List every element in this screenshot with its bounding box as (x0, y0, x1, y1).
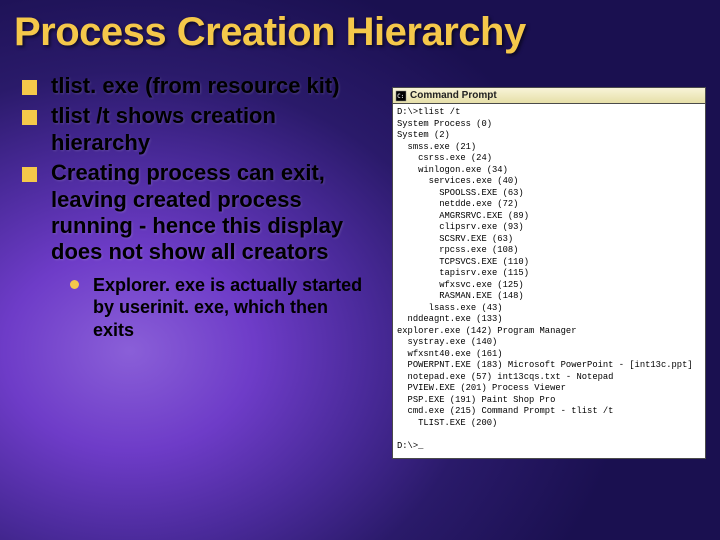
bullet-list: tlist. exe (from resource kit) tlist /t … (22, 73, 370, 266)
window-title-text: Command Prompt (410, 90, 497, 101)
sub-bullet-item: Explorer. exe is actually started by use… (70, 274, 370, 342)
command-prompt-window: C: Command Prompt D:\>tlist /t System Pr… (392, 87, 706, 459)
bullet-icon (22, 110, 37, 125)
sub-bullet-text: Explorer. exe is actually started by use… (93, 274, 370, 342)
bullet-item: tlist. exe (from resource kit) (22, 73, 370, 99)
sub-bullet-icon (70, 280, 79, 289)
console-output: D:\>tlist /t System Process (0) System (… (392, 104, 706, 459)
window-titlebar: C: Command Prompt (392, 87, 706, 104)
sub-bullet-list: Explorer. exe is actually started by use… (70, 274, 370, 342)
bullet-item: Creating process can exit, leaving creat… (22, 160, 370, 266)
svg-text:C:: C: (397, 93, 404, 100)
bullet-text: tlist /t shows creation hierarchy (51, 103, 370, 156)
bullet-text: Creating process can exit, leaving creat… (51, 160, 370, 266)
bullet-text: tlist. exe (from resource kit) (51, 73, 340, 99)
bullet-item: tlist /t shows creation hierarchy (22, 103, 370, 156)
cmd-icon: C: (395, 90, 407, 102)
bullet-icon (22, 167, 37, 182)
page-title: Process Creation Hierarchy (0, 0, 720, 73)
bullet-icon (22, 80, 37, 95)
